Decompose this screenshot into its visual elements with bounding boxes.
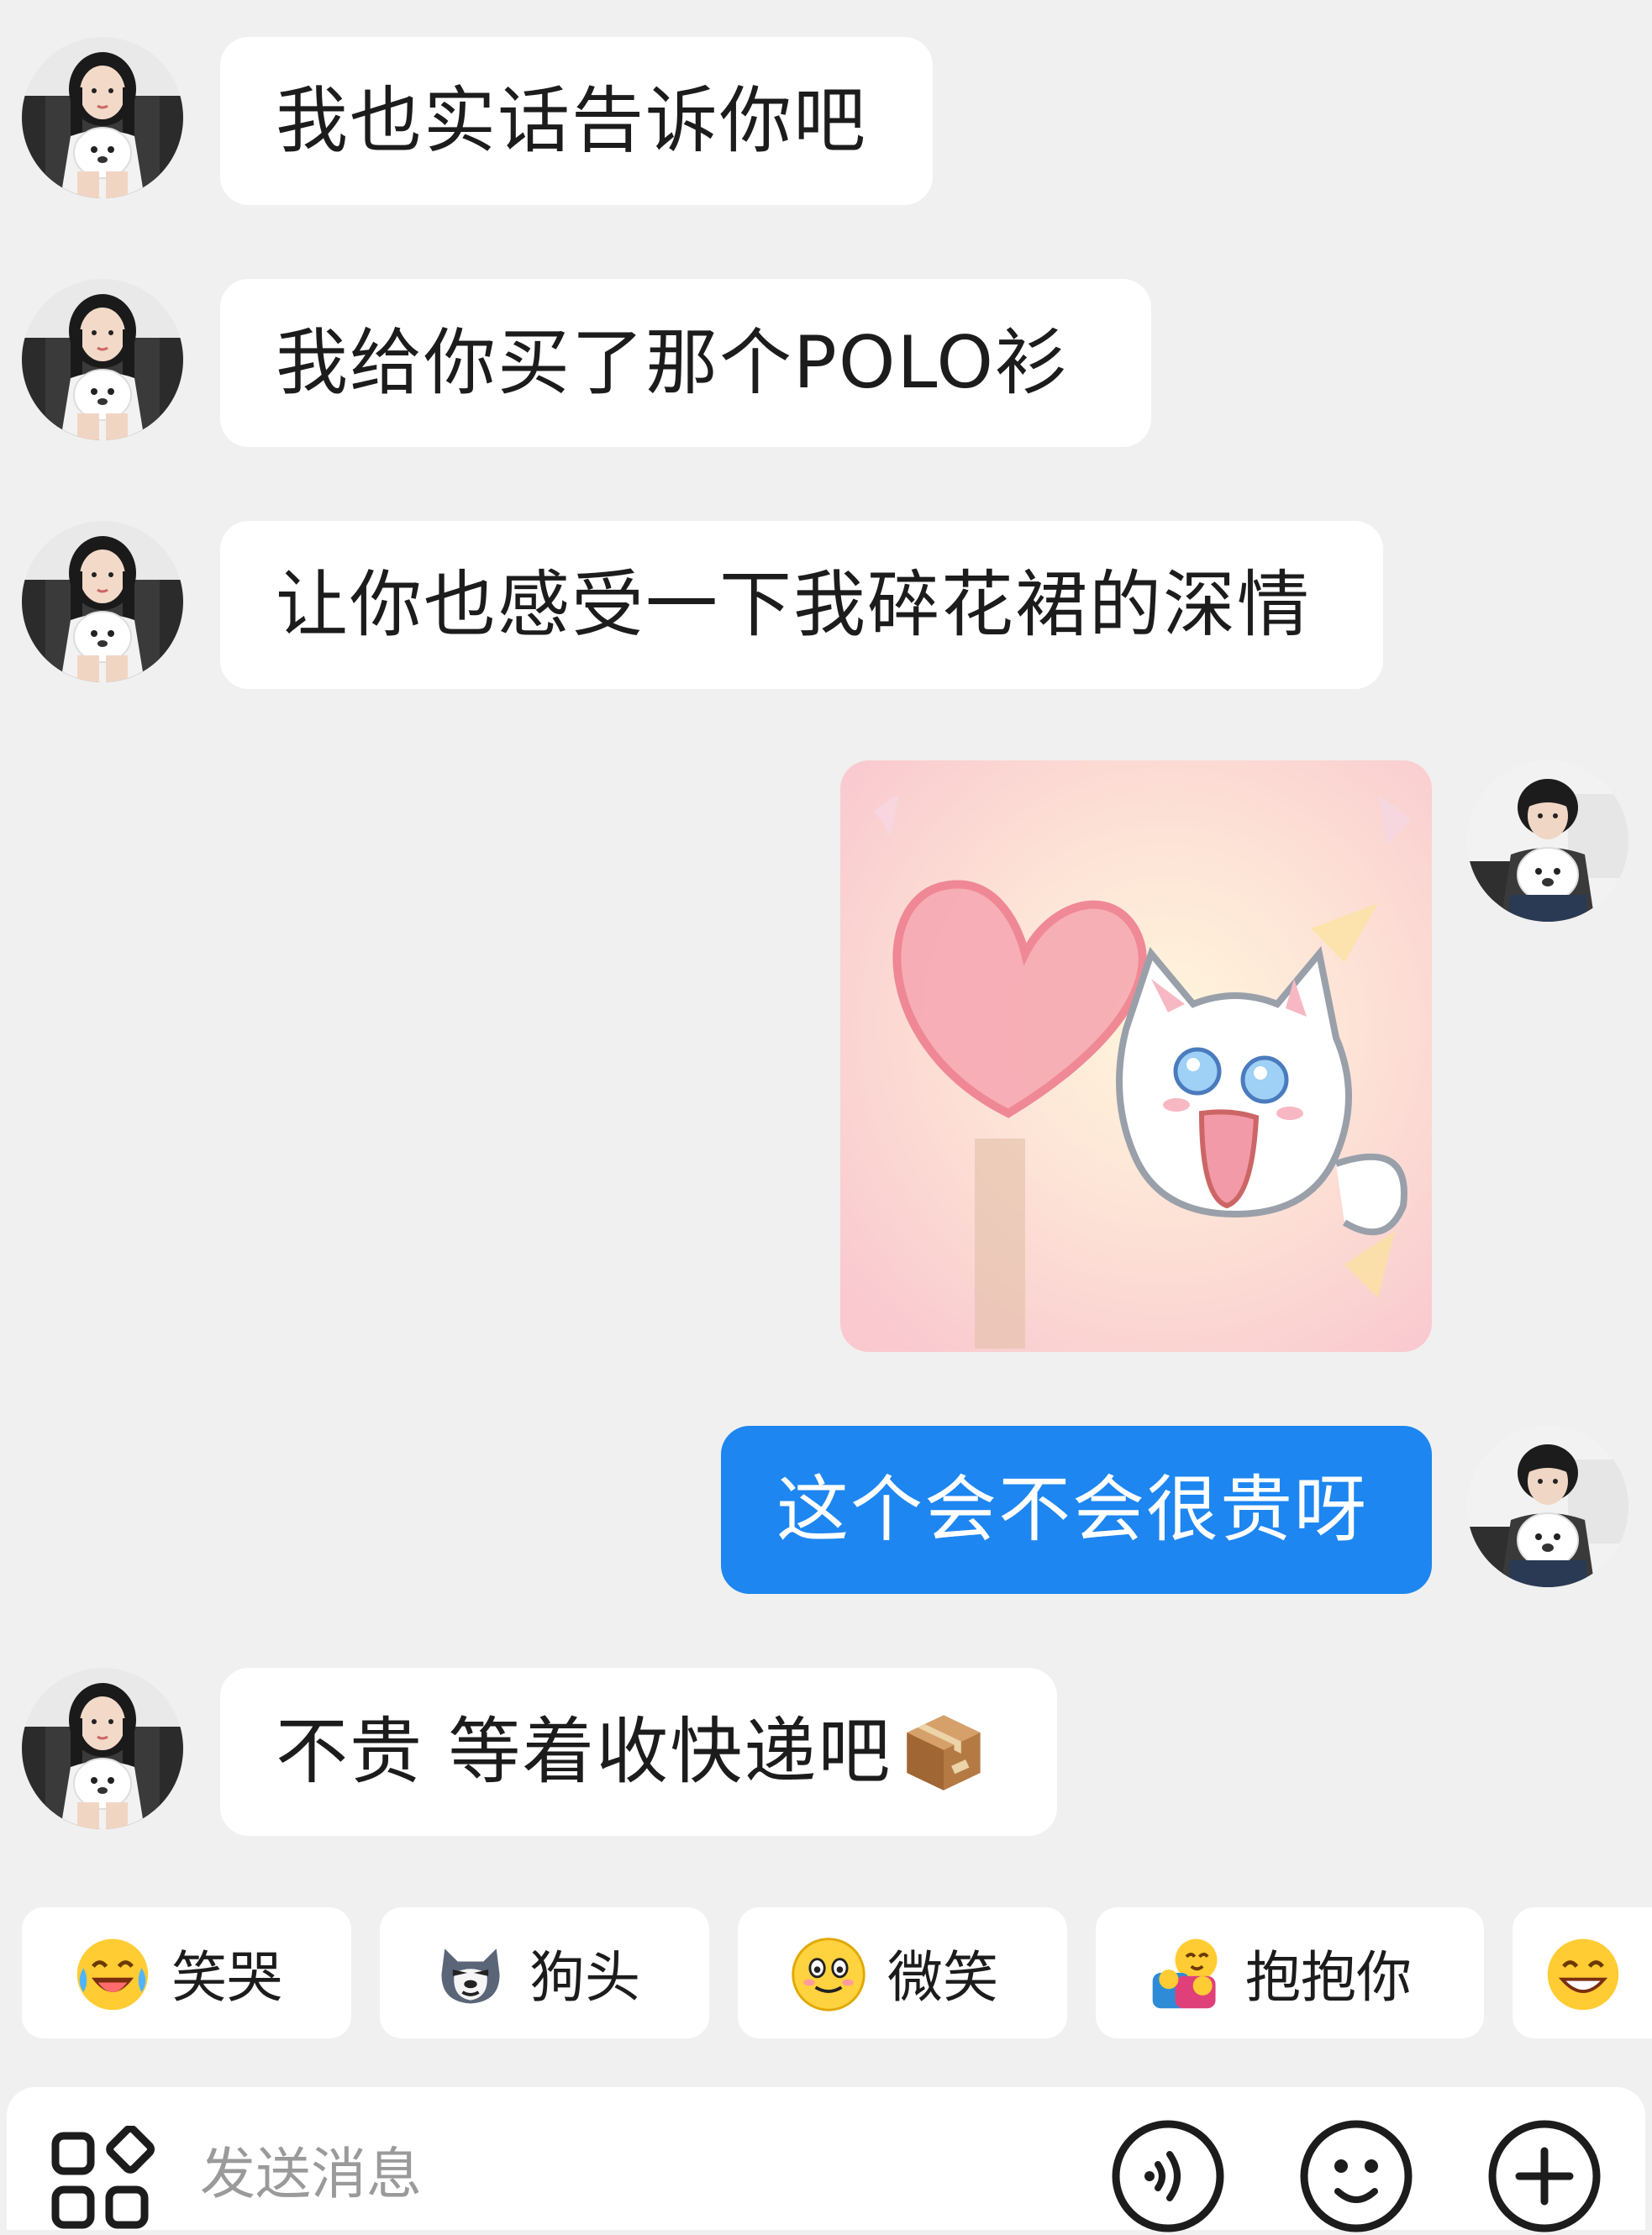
my-avatar[interactable] [1467,760,1628,922]
quick-reply-grin[interactable] [1513,1907,1652,2038]
contact-avatar[interactable] [22,279,183,440]
quick-reply-label: 笑哭 [171,1945,282,2010]
message-text: 我也实话告诉你吧 [276,79,867,163]
contact-avatar[interactable] [22,37,183,198]
message-input-placeholder[interactable]: 发送消息 [200,2147,422,2202]
emoji-face-icon[interactable] [1297,2117,1415,2235]
smile-emoji-icon [792,1938,865,2012]
message-bubble-incoming[interactable]: 我给你买了那个POLO衫 [220,279,1151,447]
package-icon [907,1715,981,1791]
message-text: 不贵 等着收快递吧 [276,1710,892,1794]
laugh-cry-emoji-icon [76,1938,149,2011]
cat-heart-sticker[interactable] [840,760,1432,1352]
contact-avatar[interactable] [22,521,183,682]
dog-head-emoji-icon [441,1948,500,2004]
grin-emoji-icon [1547,1938,1619,2011]
quick-reply-dog-head[interactable]: 狗头 [380,1907,709,2038]
message-bubble-outgoing[interactable]: 这个会不会很贵呀 [721,1426,1432,1594]
message-bubble-incoming[interactable]: 不贵 等着收快递吧 [220,1668,1057,1836]
apps-icon[interactable] [45,2126,155,2235]
message-text: 这个会不会很贵呀 [776,1468,1368,1552]
quick-reply-smile[interactable]: 微笑 [738,1907,1067,2038]
add-icon[interactable] [1486,2117,1603,2235]
voice-icon[interactable] [1109,2117,1227,2235]
message-text: 我给你买了那个POLO衫 [276,321,1070,405]
message-text: 让你也感受一下我碎花裙的深情 [276,563,1311,647]
quick-reply-label: 狗头 [529,1945,640,2010]
contact-avatar[interactable] [22,1668,183,1829]
quick-reply-laugh-cry[interactable]: 笑哭 [22,1907,351,2038]
message-bubble-incoming[interactable]: 让你也感受一下我碎花裙的深情 [220,521,1383,689]
quick-reply-hug[interactable]: 抱抱你 [1096,1907,1484,2038]
quick-reply-label: 微笑 [887,1945,998,2010]
message-bubble-incoming[interactable]: 我也实话告诉你吧 [220,37,933,205]
my-avatar[interactable] [1467,1426,1628,1587]
hug-emoji-icon [1152,1938,1218,2009]
quick-reply-label: 抱抱你 [1245,1945,1412,2010]
